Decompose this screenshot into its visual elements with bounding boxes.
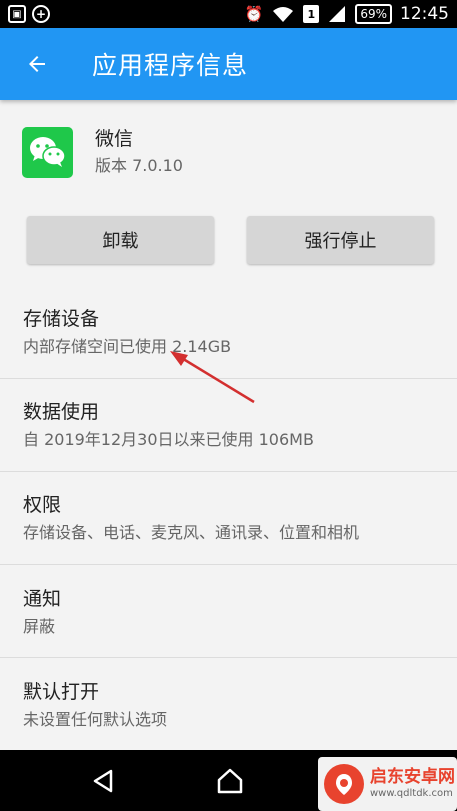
- status-bar: ▣ + ⏰ 1 69% 12:45: [0, 0, 457, 28]
- watermark-name: 启东安卓网: [370, 767, 455, 787]
- divider: [0, 564, 457, 565]
- row-title: 通知: [23, 588, 62, 610]
- clock: 12:45: [400, 4, 449, 24]
- row-title: 存储设备: [23, 308, 100, 330]
- watermark-url: www.qdltdk.com: [370, 788, 453, 799]
- nav-home-icon: [217, 768, 243, 794]
- back-arrow-icon: [29, 56, 45, 72]
- settings-row-open-by-default[interactable]: 默认打开 未设置任何默认选项: [0, 678, 457, 732]
- page-title: 应用程序信息: [92, 51, 249, 80]
- watermark-logo-icon: [324, 764, 364, 804]
- nav-back-button[interactable]: [86, 764, 120, 798]
- row-subtitle: 自 2019年12月30日以来已使用 106MB: [23, 430, 314, 449]
- row-subtitle: 未设置任何默认选项: [23, 710, 168, 729]
- alarm-icon: ⏰: [244, 5, 264, 23]
- settings-row-storage[interactable]: 存储设备 内部存储空间已使用 2.14GB: [0, 305, 457, 359]
- signal-icon: [329, 6, 346, 22]
- back-button[interactable]: [0, 52, 74, 76]
- uninstall-button[interactable]: 卸载: [27, 216, 214, 264]
- row-subtitle: 屏蔽: [23, 617, 56, 636]
- settings-row-notifications[interactable]: 通知 屏蔽: [0, 585, 457, 639]
- row-title: 权限: [23, 494, 62, 516]
- divider: [0, 378, 457, 379]
- app-header: 微信 版本 7.0.10: [22, 126, 183, 178]
- settings-row-data-usage[interactable]: 数据使用 自 2019年12月30日以来已使用 106MB: [0, 398, 457, 452]
- battery-indicator: 69%: [355, 4, 392, 24]
- sim-badge: 1: [303, 5, 320, 23]
- row-subtitle: 存储设备、电话、麦克风、通讯录、位置和相机: [23, 523, 360, 542]
- nav-home-button[interactable]: [213, 764, 247, 798]
- nav-back-icon: [93, 769, 113, 793]
- row-title: 默认打开: [23, 681, 100, 703]
- row-subtitle: 内部存储空间已使用 2.14GB: [23, 337, 232, 356]
- row-title: 数据使用: [23, 401, 100, 423]
- app-name: 微信: [95, 128, 134, 150]
- plus-circle-icon: +: [32, 5, 50, 23]
- settings-row-permissions[interactable]: 权限 存储设备、电话、麦克风、通讯录、位置和相机: [0, 491, 457, 545]
- divider: [0, 471, 457, 472]
- wechat-icon: [22, 126, 73, 178]
- notification-icon: ▣: [8, 5, 26, 23]
- divider: [0, 657, 457, 658]
- app-bar: 应用程序信息: [0, 28, 457, 100]
- force-stop-button[interactable]: 强行停止: [247, 216, 434, 264]
- wifi-icon: [273, 7, 294, 22]
- watermark: 启东安卓网 www.qdltdk.com: [318, 757, 457, 811]
- app-version: 版本 7.0.10: [95, 156, 183, 175]
